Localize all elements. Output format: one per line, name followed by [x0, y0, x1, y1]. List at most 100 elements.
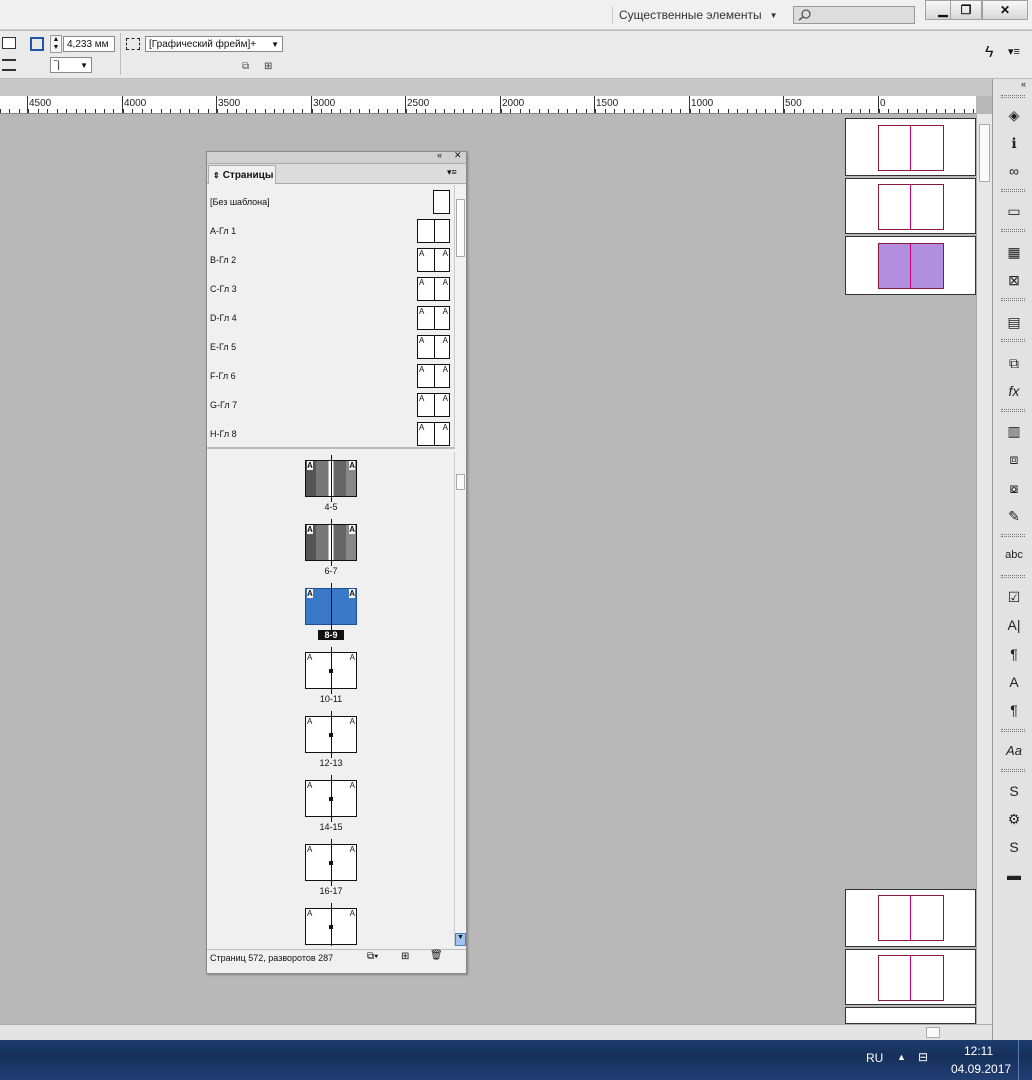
- tray-expand-icon[interactable]: ▲: [897, 1052, 906, 1062]
- character-icon[interactable]: A|: [1004, 615, 1024, 635]
- clock-date[interactable]: 04.09.2017: [951, 1062, 1011, 1076]
- text-wrap-icon[interactable]: ▤: [1004, 312, 1024, 332]
- table-icon[interactable]: ▥: [1004, 421, 1024, 441]
- spread-thumbnail[interactable]: AA: [305, 519, 357, 566]
- stroke-type-select[interactable]: ‾| ▼: [50, 57, 92, 73]
- effects-icon[interactable]: fx: [1004, 381, 1024, 401]
- spread-thumbnail[interactable]: AA: [305, 775, 357, 822]
- scroll-thumb[interactable]: [979, 124, 990, 182]
- spread-thumbnail[interactable]: AA: [305, 903, 357, 946]
- align-icon[interactable]: [2, 37, 16, 49]
- language-indicator[interactable]: RU: [866, 1051, 883, 1065]
- scroll-down-icon[interactable]: ▼: [455, 933, 466, 946]
- masters-scrollbar[interactable]: [454, 185, 466, 449]
- collapse-icon[interactable]: «: [1021, 79, 1026, 89]
- master-item[interactable]: B-Гл 2AA: [210, 245, 450, 274]
- close-icon[interactable]: ✕: [454, 150, 462, 161]
- lightning-icon[interactable]: ϟ: [985, 44, 993, 62]
- document-spread[interactable]: [845, 236, 976, 295]
- pathfinder-icon[interactable]: ⧉: [1004, 353, 1024, 373]
- ruler-minor-tick: [917, 109, 918, 113]
- spellcheck-icon[interactable]: abc: [1004, 545, 1024, 565]
- ruler-label: 0: [880, 98, 886, 109]
- notes-icon[interactable]: ✎: [1004, 506, 1024, 526]
- master-prefix: A: [349, 589, 355, 598]
- document-spread[interactable]: [845, 889, 976, 947]
- master-item[interactable]: H-Гл 8AA: [210, 419, 450, 447]
- panel-header: « ✕: [207, 150, 466, 164]
- document-spread[interactable]: [845, 1007, 976, 1024]
- character-styles-icon[interactable]: A: [1004, 672, 1024, 692]
- pasteboard[interactable]: [0, 114, 976, 1024]
- horizontal-scrollbar[interactable]: [0, 1024, 992, 1040]
- paragraph-styles-icon[interactable]: ¶: [1004, 700, 1024, 720]
- spread-label: 14-15: [319, 822, 343, 832]
- spread-label: 6-7: [324, 566, 338, 576]
- cell-styles-icon[interactable]: ⧈: [1004, 449, 1024, 469]
- master-item[interactable]: C-Гл 3AA: [210, 274, 450, 303]
- master-item[interactable]: F-Гл 6AA: [210, 361, 450, 390]
- script-label-icon[interactable]: S: [1004, 837, 1024, 857]
- glyphs-icon[interactable]: Aa: [1004, 740, 1024, 760]
- spread-thumbnail[interactable]: AA: [305, 711, 357, 758]
- close-button[interactable]: ✕: [982, 0, 1028, 20]
- document-spread[interactable]: [845, 949, 976, 1005]
- panel-menu-icon[interactable]: ▾≡: [447, 167, 457, 178]
- vertical-scrollbar[interactable]: [976, 114, 992, 1026]
- master-item[interactable]: [Без шаблона]: [210, 187, 450, 216]
- collapse-icon[interactable]: «: [437, 150, 442, 160]
- master-prefix: A: [349, 461, 355, 470]
- info-icon[interactable]: ℹ: [1004, 133, 1024, 153]
- stroke-weight-field[interactable]: 4,233 мм: [63, 36, 115, 52]
- pages-scrollbar[interactable]: ▼: [454, 452, 466, 946]
- master-item[interactable]: D-Гл 4AA: [210, 303, 450, 332]
- frame-icon[interactable]: ⊠: [1004, 270, 1024, 290]
- spread-thumbnail[interactable]: AA: [305, 455, 357, 502]
- master-item[interactable]: E-Гл 5AA: [210, 332, 450, 361]
- scroll-thumb[interactable]: [926, 1027, 940, 1038]
- gradient-icon[interactable]: ▭: [1004, 201, 1024, 221]
- tab-pages[interactable]: ⇕ Страницы: [208, 165, 276, 184]
- master-item[interactable]: A-Гл 1: [210, 216, 450, 245]
- ruler-minor-tick: [605, 109, 606, 113]
- master-label: F-Гл 6: [210, 370, 236, 381]
- spread-thumbnail[interactable]: AA: [305, 583, 357, 630]
- document-spread[interactable]: [845, 178, 976, 234]
- network-icon[interactable]: ⊟: [918, 1050, 928, 1064]
- ruler-minor-tick: [491, 109, 492, 113]
- table-styles-icon[interactable]: ⧇: [1004, 478, 1024, 498]
- scroll-thumb[interactable]: [456, 199, 465, 257]
- new-style-icon[interactable]: ⊞: [264, 61, 272, 72]
- master-prefix: A: [419, 277, 425, 287]
- align-panel-icon[interactable]: ▬: [1004, 865, 1024, 885]
- panel-menu-icon[interactable]: ▾≡: [1008, 45, 1020, 58]
- ruler-minor-tick: [595, 109, 596, 113]
- spread-thumbnail[interactable]: AA: [305, 647, 357, 694]
- master-item[interactable]: G-Гл 7AA: [210, 390, 450, 419]
- stroke-stepper[interactable]: ▲ ▼: [50, 35, 62, 53]
- show-desktop-button[interactable]: [1018, 1040, 1032, 1080]
- ruler-minor-tick: [841, 109, 842, 113]
- layers-icon[interactable]: ◈: [1004, 105, 1024, 125]
- spread-thumbnail[interactable]: AA: [305, 839, 357, 886]
- script-settings-icon[interactable]: ⚙: [1004, 809, 1024, 829]
- paragraph-icon[interactable]: ¶: [1004, 644, 1024, 664]
- clear-overrides-icon[interactable]: ⧉: [242, 61, 249, 72]
- ruler-minor-tick: [123, 109, 124, 113]
- workspace-switcher[interactable]: Существенные элементы ▼: [612, 6, 784, 24]
- new-page-icon[interactable]: ⊞: [401, 951, 409, 962]
- restore-button[interactable]: ❐: [950, 0, 982, 20]
- clock-time[interactable]: 12:11: [964, 1044, 993, 1058]
- help-search-input[interactable]: [793, 6, 915, 24]
- page-size-icon[interactable]: ⧉▾: [367, 951, 378, 962]
- checkbox-icon[interactable]: ☑: [1004, 587, 1024, 607]
- scroll-thumb[interactable]: [456, 474, 465, 490]
- links-icon[interactable]: ∞: [1004, 161, 1024, 181]
- swatches-icon[interactable]: ▦: [1004, 242, 1024, 262]
- document-spread[interactable]: [845, 118, 976, 176]
- ruler-minor-tick: [548, 109, 549, 113]
- distribute-icon[interactable]: [2, 59, 16, 71]
- trash-icon[interactable]: 🗑: [430, 950, 443, 961]
- scripts-icon[interactable]: S: [1004, 781, 1024, 801]
- object-style-select[interactable]: [Графический фрейм]+ ▼: [145, 36, 283, 52]
